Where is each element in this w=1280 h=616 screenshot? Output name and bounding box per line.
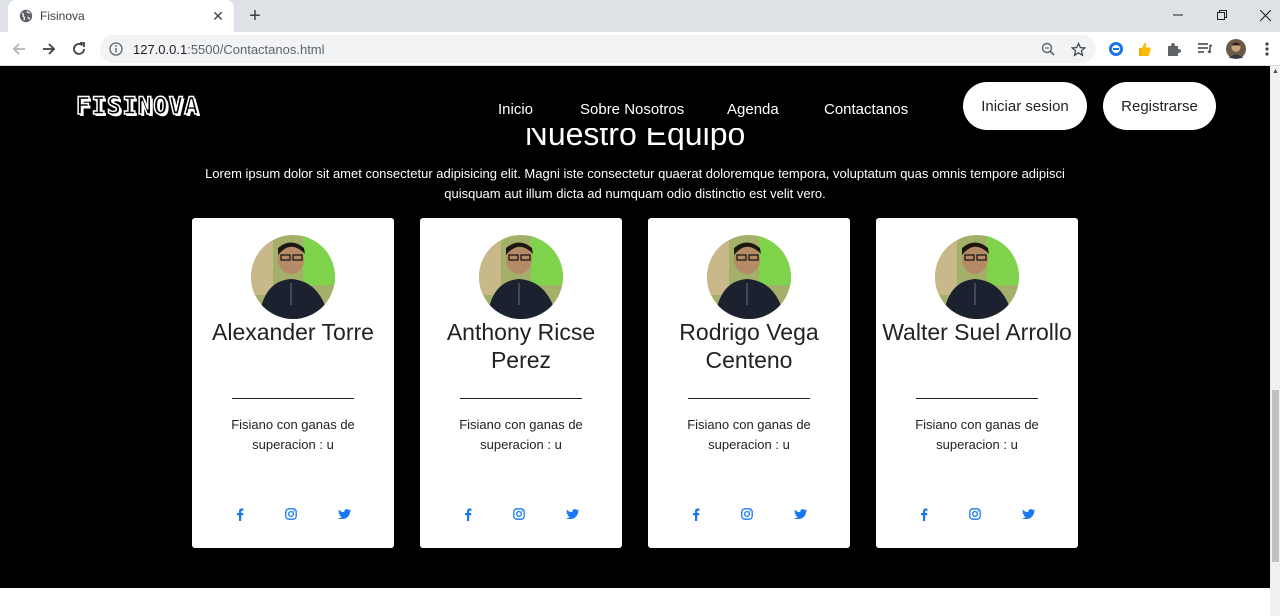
twitter-icon[interactable] — [565, 507, 579, 521]
register-button[interactable]: Registrarse — [1103, 82, 1216, 130]
card-divider — [460, 398, 582, 399]
new-tab-icon[interactable]: + — [244, 5, 266, 27]
nav-contactanos[interactable]: Contactanos — [824, 101, 908, 118]
team-card: Anthony Ricse Perez Fisiano con ganas de… — [420, 218, 622, 548]
team-card: Alexander Torre Fisiano con ganas de sup… — [192, 218, 394, 548]
member-photo — [479, 235, 563, 319]
browser-tab[interactable]: Fisinova ✕ — [8, 0, 234, 32]
team-section: Nuestro Equipo Lorem ipsum dolor sit ame… — [0, 66, 1270, 588]
member-name: Walter Suel Arrollo — [882, 319, 1072, 345]
fisinova-logo[interactable]: FISINOVA — [75, 91, 200, 121]
url-host: 127.0.0.1 — [133, 42, 188, 57]
member-description: Fisiano con ganas de superacion : u — [915, 417, 1039, 452]
close-window-icon[interactable] — [1243, 0, 1280, 30]
card-divider — [232, 398, 354, 399]
member-photo — [935, 235, 1019, 319]
facebook-icon[interactable] — [689, 507, 703, 521]
member-description: Fisiano con ganas de superacion : u — [231, 417, 355, 452]
instagram-icon[interactable] — [512, 507, 526, 521]
bookmark-star-icon[interactable] — [1070, 41, 1086, 57]
facebook-icon[interactable] — [917, 507, 931, 521]
social-links — [192, 507, 394, 523]
profile-avatar[interactable] — [1226, 39, 1246, 59]
thumbs-up-extension-icon[interactable] — [1134, 39, 1154, 59]
twitter-icon[interactable] — [793, 507, 807, 521]
card-divider — [916, 398, 1038, 399]
scroll-up-icon[interactable]: ▲ — [1272, 68, 1279, 76]
globe-icon — [19, 9, 33, 23]
facebook-icon[interactable] — [461, 507, 475, 521]
social-links — [876, 507, 1078, 523]
member-photo — [707, 235, 791, 319]
login-button[interactable]: Iniciar sesion — [963, 82, 1087, 130]
nav-inicio[interactable]: Inicio — [498, 101, 533, 118]
page-viewport: Nuestro Equipo Lorem ipsum dolor sit ame… — [0, 66, 1270, 616]
member-name: Rodrigo Vega Centeno — [679, 319, 819, 373]
team-card: Rodrigo Vega Centeno Fisiano con ganas d… — [648, 218, 850, 548]
member-description: Fisiano con ganas de superacion : u — [459, 417, 583, 452]
browser-menu-icon[interactable] — [1257, 39, 1277, 59]
browser-tab-strip: Fisinova ✕ + — [0, 0, 1280, 32]
instagram-icon[interactable] — [968, 507, 982, 521]
site-info-icon[interactable] — [109, 42, 123, 56]
restore-icon[interactable] — [1200, 0, 1244, 30]
member-description: Fisiano con ganas de superacion : u — [687, 417, 811, 452]
instagram-icon[interactable] — [740, 507, 754, 521]
tab-title: Fisinova — [40, 9, 85, 23]
instagram-icon[interactable] — [284, 507, 298, 521]
team-card: Walter Suel Arrollo Fisiano con ganas de… — [876, 218, 1078, 548]
nav-agenda[interactable]: Agenda — [727, 101, 779, 118]
twitter-icon[interactable] — [1021, 507, 1035, 521]
reload-icon[interactable] — [68, 38, 90, 60]
member-name: Alexander Torre — [212, 319, 374, 345]
browser-toolbar: 127.0.0.1:5500/Contactanos.html — [0, 32, 1280, 66]
extension-icon[interactable] — [1106, 39, 1126, 59]
facebook-icon[interactable] — [233, 507, 247, 521]
address-bar[interactable]: 127.0.0.1:5500/Contactanos.html — [100, 35, 1096, 63]
nav-sobre-nosotros[interactable]: Sobre Nosotros — [580, 101, 684, 118]
member-name: Anthony Ricse Perez — [446, 319, 596, 373]
section-title: Nuestro Equipo — [524, 128, 746, 150]
minimize-icon[interactable] — [1156, 0, 1200, 30]
twitter-icon[interactable] — [337, 507, 351, 521]
card-divider — [688, 398, 810, 399]
section-intro: Lorem ipsum dolor sit amet consectetur a… — [205, 166, 1065, 201]
social-links — [420, 507, 622, 523]
url-text: 127.0.0.1:5500/Contactanos.html — [133, 42, 325, 57]
reading-list-icon[interactable] — [1195, 39, 1215, 59]
back-icon[interactable] — [8, 38, 30, 60]
member-photo — [251, 235, 335, 319]
zoom-icon[interactable] — [1040, 41, 1056, 57]
section-title-wrapper: Nuestro Equipo — [0, 128, 1270, 150]
puzzle-extensions-icon[interactable] — [1164, 39, 1184, 59]
url-path: :5500/Contactanos.html — [187, 42, 325, 57]
social-links — [648, 507, 850, 523]
close-tab-icon[interactable]: ✕ — [210, 8, 226, 24]
scrollbar-thumb[interactable] — [1272, 390, 1279, 562]
forward-icon[interactable] — [38, 38, 60, 60]
